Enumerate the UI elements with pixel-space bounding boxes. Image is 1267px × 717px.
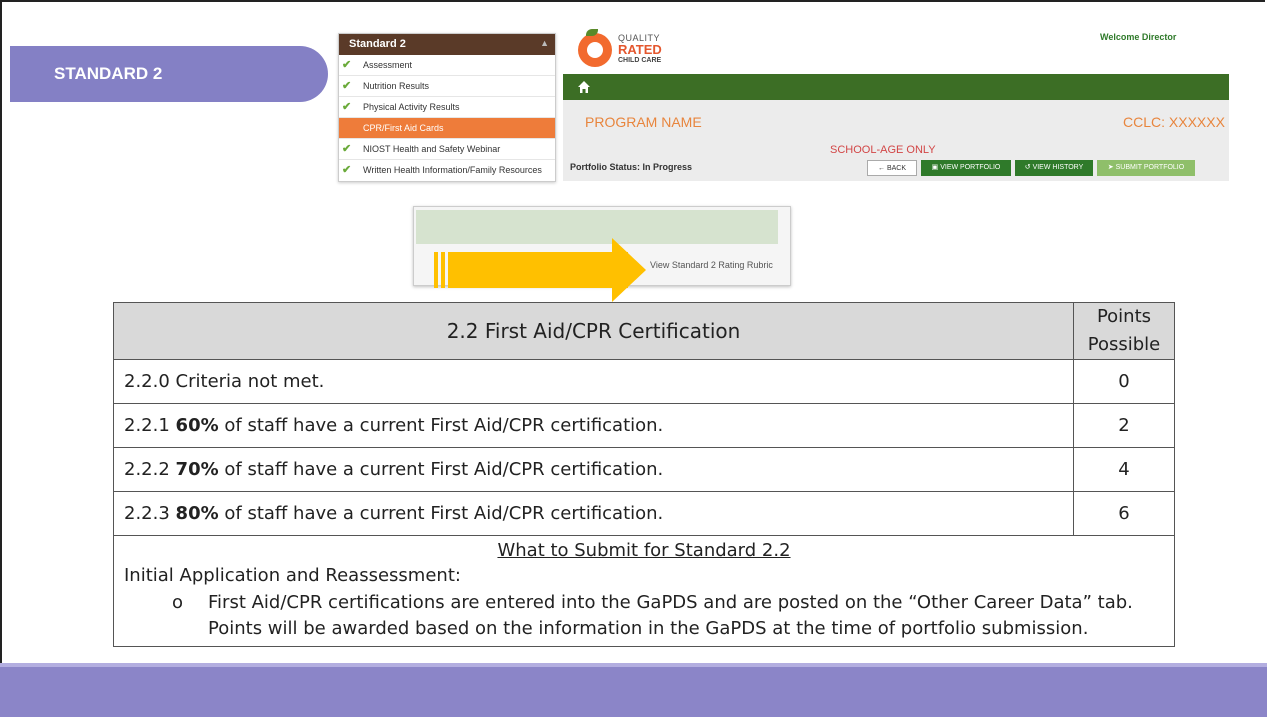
portfolio-status: Portfolio Status: In Progress: [570, 162, 693, 172]
history-icon: ↺: [1024, 164, 1031, 171]
section-tab: STANDARD 2: [10, 46, 328, 102]
check-icon: ✔: [342, 59, 352, 71]
points-possible-header: Points Possible: [1073, 302, 1175, 360]
criteria-cell: 2.2.1 60% of staff have a current First …: [113, 403, 1074, 448]
submit-portfolio-label: SUBMIT PORTFOLIO: [1115, 164, 1185, 171]
footer-bar: [0, 667, 1267, 717]
table-row: 2.2.0 Criteria not met. 0: [113, 359, 1175, 404]
criteria-table: 2.2 First Aid/CPR Certification Points P…: [113, 302, 1175, 647]
logo-text-child-care: CHILD CARE: [618, 57, 662, 64]
menu-item-label: Nutrition Results: [363, 81, 430, 91]
menu-item-niost-webinar[interactable]: ✔ NIOST Health and Safety Webinar: [339, 139, 555, 160]
menu-header[interactable]: Standard 2 ▲: [339, 34, 555, 55]
section-tab-label: STANDARD 2: [54, 64, 163, 83]
criteria-cell: 2.2.0 Criteria not met.: [113, 359, 1074, 404]
chevron-up-icon: ▲: [540, 38, 549, 48]
view-portfolio-label: VIEW PORTFOLIO: [940, 164, 1001, 171]
criteria-percent: 70%: [175, 459, 219, 480]
view-portfolio-button[interactable]: ▣ VIEW PORTFOLIO: [921, 160, 1011, 176]
menu-item-nutrition-results[interactable]: ✔ Nutrition Results: [339, 76, 555, 97]
arrow-right-icon: [434, 238, 646, 302]
check-icon: ✔: [342, 164, 352, 176]
view-history-button[interactable]: ↺ VIEW HISTORY: [1015, 160, 1093, 176]
criteria-cell: 2.2.2 70% of staff have a current First …: [113, 447, 1074, 492]
menu-item-label: Physical Activity Results: [363, 102, 460, 112]
welcome-user-link[interactable]: Welcome Director: [1100, 32, 1176, 42]
criteria-percent: 60%: [175, 415, 219, 436]
submit-bullet-line: Points will be awarded based on the info…: [208, 618, 1089, 639]
menu-item-label: CPR/First Aid Cards: [363, 123, 444, 133]
check-icon: ✔: [342, 143, 352, 155]
home-icon[interactable]: [577, 80, 591, 94]
table-row: 2.2.2 70% of staff have a current First …: [113, 447, 1175, 492]
criteria-code: 2.2.2: [124, 459, 170, 480]
back-button-label: BACK: [886, 165, 906, 172]
standard-menu: Standard 2 ▲ ✔ Assessment ✔ Nutrition Re…: [338, 33, 556, 182]
submit-bullet-line: First Aid/CPR certifications are entered…: [208, 592, 1133, 613]
criteria-text: of staff have a current First Aid/CPR ce…: [224, 415, 664, 436]
table-title: 2.2 First Aid/CPR Certification: [113, 302, 1074, 360]
menu-item-label: Assessment: [363, 60, 413, 70]
cclc-number: CCLC: XXXXXX: [1123, 114, 1225, 130]
criteria-code: 2.2.0: [124, 371, 170, 392]
menu-item-cpr-first-aid-cards[interactable]: CPR/First Aid Cards: [339, 118, 555, 139]
points-cell: 4: [1073, 447, 1175, 492]
school-age-label: SCHOOL-AGE ONLY: [830, 144, 936, 156]
submit-bullet: o First Aid/CPR certifications are enter…: [124, 590, 1164, 642]
points-cell: 2: [1073, 403, 1175, 448]
table-row: 2.2.1 60% of staff have a current First …: [113, 403, 1175, 448]
criteria-text: of staff have a current First Aid/CPR ce…: [224, 459, 664, 480]
menu-title: Standard 2: [349, 38, 406, 50]
submit-portfolio-button[interactable]: ➤ SUBMIT PORTFOLIO: [1097, 160, 1195, 176]
points-cell: 6: [1073, 491, 1175, 536]
menu-item-assessment[interactable]: ✔ Assessment: [339, 55, 555, 76]
submit-cell: What to Submit for Standard 2.2 Initial …: [113, 535, 1175, 647]
check-icon: ✔: [342, 80, 352, 92]
criteria-text: of staff have a current First Aid/CPR ce…: [224, 503, 664, 524]
send-icon: ➤: [1107, 164, 1114, 171]
table-row: 2.2.3 80% of staff have a current First …: [113, 491, 1175, 536]
submit-row: What to Submit for Standard 2.2 Initial …: [113, 535, 1175, 647]
points-cell: 0: [1073, 359, 1175, 404]
submit-subheading: Initial Application and Reassessment:: [124, 565, 461, 586]
criteria-code: 2.2.1: [124, 415, 170, 436]
program-name: PROGRAM NAME: [585, 114, 702, 130]
arrow-left-icon: ←: [877, 165, 885, 172]
quality-rated-logo: QUALITY RATED CHILD CARE: [578, 29, 678, 73]
nav-bar: [563, 74, 1229, 100]
back-button[interactable]: ← BACK: [867, 160, 917, 176]
criteria-cell: 2.2.3 80% of staff have a current First …: [113, 491, 1074, 536]
menu-item-written-health-info[interactable]: ✔ Written Health Information/Family Reso…: [339, 160, 555, 181]
logo-q-mark: [578, 33, 612, 67]
menu-item-physical-activity-results[interactable]: ✔ Physical Activity Results: [339, 97, 555, 118]
logo-text-rated: RATED: [618, 42, 662, 57]
table-header-row: 2.2 First Aid/CPR Certification Points P…: [113, 302, 1175, 360]
menu-item-label: Written Health Information/Family Resour…: [363, 165, 542, 175]
criteria-code: 2.2.3: [124, 503, 170, 524]
criteria-percent: 80%: [175, 503, 219, 524]
document-icon: ▣: [931, 164, 939, 171]
criteria-text: Criteria not met.: [175, 371, 325, 392]
view-history-label: VIEW HISTORY: [1032, 164, 1084, 171]
bullet-marker: o: [172, 592, 184, 613]
menu-item-label: NIOST Health and Safety Webinar: [363, 144, 501, 154]
check-icon: ✔: [342, 101, 352, 113]
submit-title: What to Submit for Standard 2.2: [497, 540, 791, 561]
